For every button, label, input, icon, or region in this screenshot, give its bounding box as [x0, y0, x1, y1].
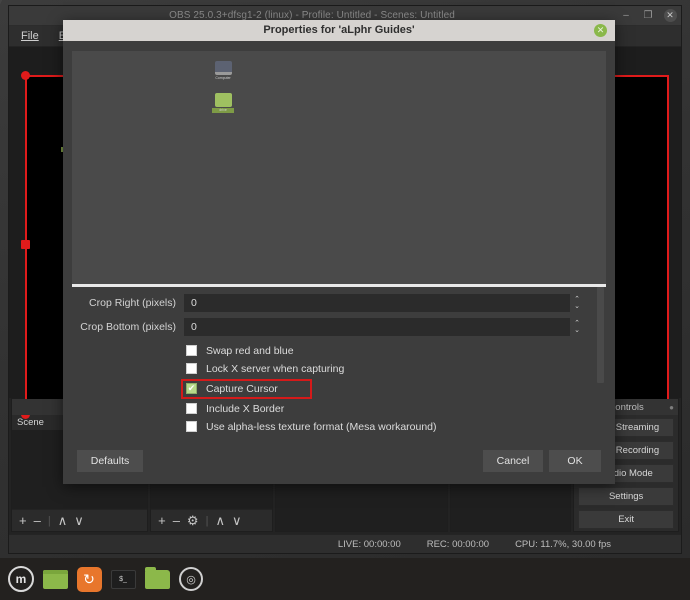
crop-bottom-stepper[interactable]: ⌃ ⌄ — [570, 317, 584, 336]
properties-dialog: Properties for 'aLphr Guides' ✕ Computer… — [63, 20, 615, 484]
checkbox-box[interactable] — [186, 421, 197, 433]
taskbar-item-mint-menu[interactable]: m — [7, 565, 35, 593]
rec-time: REC: 00:00:00 — [426, 538, 490, 550]
remove-scene-button[interactable]: – — [34, 513, 41, 528]
dialog-preview-icons: Computer drive — [212, 60, 234, 125]
include-x-border-checkbox[interactable]: Include X Border — [186, 403, 606, 415]
monitor-icon — [214, 60, 232, 75]
taskbar-item-terminal[interactable]: $_ — [109, 565, 137, 593]
add-scene-button[interactable]: + — [19, 513, 27, 528]
window-icon — [42, 569, 68, 589]
checkbox-label: Capture Cursor — [206, 382, 278, 395]
crop-right-field[interactable]: ⌃ ⌄ — [184, 293, 584, 312]
check-icon: ✔ — [187, 383, 196, 394]
cancel-button[interactable]: Cancel — [483, 450, 543, 473]
sources-toolbar: + – ⚙ | ∧ ∨ — [151, 509, 273, 531]
dialog-preview-canvas[interactable]: Computer drive — [72, 50, 606, 287]
crop-right-stepper[interactable]: ⌃ ⌄ — [570, 293, 584, 312]
checkbox-box[interactable] — [186, 345, 197, 357]
crop-bottom-input[interactable] — [184, 317, 570, 336]
gear-icon[interactable]: ⚙ — [187, 513, 199, 529]
settings-button[interactable]: Settings — [578, 487, 674, 506]
taskbar-item-obs[interactable]: ◎ — [177, 565, 205, 593]
checkbox-label: Include X Border — [206, 402, 285, 415]
cpu-usage: CPU: 11.7%, 30.00 fps — [515, 538, 611, 550]
stepper-up-icon[interactable]: ⌃ — [574, 296, 580, 303]
crop-bottom-field[interactable]: ⌃ ⌄ — [184, 317, 584, 336]
live-time: LIVE: 00:00:00 — [337, 538, 401, 550]
preview-monitor-icon: Computer — [212, 60, 234, 81]
close-icon[interactable]: ✕ — [594, 24, 607, 37]
dialog-form: Crop Right (pixels) ⌃ ⌄ Crop Bottom (pix… — [72, 286, 606, 439]
stepper-up-icon[interactable]: ⌃ — [574, 320, 580, 327]
move-scene-up-button[interactable]: ∧ — [58, 513, 68, 529]
scenes-toolbar: + – | ∧ ∨ — [12, 509, 148, 531]
maximize-button[interactable]: ❐ — [637, 6, 659, 26]
close-icon[interactable]: ● — [669, 403, 674, 412]
toolbar-separator: | — [47, 514, 51, 527]
taskbar-item-window[interactable] — [41, 565, 69, 593]
alpha-less-texture-checkbox[interactable]: Use alpha-less texture format (Mesa work… — [186, 421, 606, 433]
dialog-actions: Cancel OK — [483, 450, 601, 473]
file-manager-icon — [144, 566, 170, 589]
dialog-title: Properties for 'aLphr Guides' — [263, 24, 415, 37]
obs-statusbar: LIVE: 00:00:00 REC: 00:00:00 CPU: 11.7%,… — [9, 534, 681, 553]
stepper-down-icon[interactable]: ⌄ — [574, 327, 580, 334]
terminal-icon: $_ — [110, 569, 136, 589]
checkbox-label: Lock X server when capturing — [206, 362, 345, 375]
menu-file[interactable]: File — [21, 30, 39, 42]
lock-x-server-checkbox[interactable]: Lock X server when capturing — [186, 363, 606, 375]
swap-red-blue-checkbox[interactable]: Swap red and blue — [186, 345, 606, 357]
minimize-button[interactable]: – — [615, 6, 637, 26]
stepper-down-icon[interactable]: ⌄ — [574, 303, 580, 310]
capture-cursor-checkbox[interactable]: ✔ Capture Cursor — [181, 378, 312, 399]
dialog-body: Computer drive Crop Right (pixels) ⌃ ⌄ — [63, 41, 615, 439]
defaults-button[interactable]: Defaults — [77, 450, 143, 473]
crop-right-input[interactable] — [184, 293, 570, 312]
checkbox-box[interactable]: ✔ — [186, 383, 197, 395]
crop-bottom-row: Crop Bottom (pixels) ⌃ ⌄ — [72, 317, 606, 336]
preview-drive-icon: drive — [212, 92, 234, 113]
dialog-footer: Defaults Cancel OK — [63, 439, 615, 484]
move-source-up-button[interactable]: ∧ — [215, 513, 225, 529]
move-scene-down-button[interactable]: ∨ — [74, 513, 84, 529]
browser-icon: ↻ — [76, 566, 102, 592]
toolbar-separator: | — [205, 514, 209, 527]
crop-bottom-label: Crop Bottom (pixels) — [80, 320, 176, 333]
dialog-titlebar: Properties for 'aLphr Guides' ✕ — [63, 20, 615, 41]
taskbar-item-file-manager[interactable] — [143, 565, 171, 593]
taskbar-item-browser[interactable]: ↻ — [75, 565, 103, 593]
close-icon: ✕ — [663, 9, 677, 22]
close-button[interactable]: ✕ — [659, 6, 681, 26]
checkbox-box[interactable] — [186, 403, 197, 415]
checkbox-label: Swap red and blue — [206, 344, 294, 357]
checkbox-box[interactable] — [186, 363, 197, 375]
taskbar: m ↻ $_ ◎ — [0, 558, 690, 600]
add-source-button[interactable]: + — [158, 513, 166, 528]
exit-button[interactable]: Exit — [578, 510, 674, 529]
move-source-down-button[interactable]: ∨ — [232, 513, 242, 529]
obs-icon: ◎ — [179, 567, 203, 591]
drive-icon — [214, 92, 232, 107]
ok-button[interactable]: OK — [549, 450, 601, 473]
checkbox-label: Use alpha-less texture format (Mesa work… — [206, 420, 437, 433]
remove-source-button[interactable]: – — [173, 513, 180, 528]
crop-right-row: Crop Right (pixels) ⌃ ⌄ — [72, 293, 606, 312]
mint-menu-icon: m — [8, 566, 34, 592]
crop-right-label: Crop Right (pixels) — [89, 296, 176, 309]
